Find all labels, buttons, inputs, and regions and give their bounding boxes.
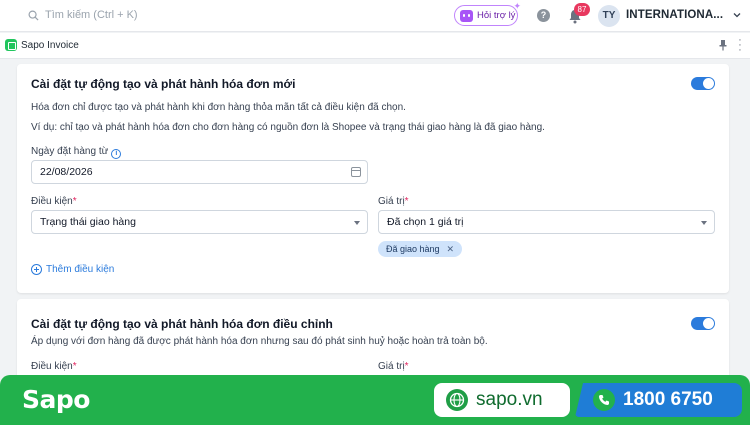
add-condition-label: Thêm điều kiện xyxy=(46,264,115,275)
order-date-input[interactable]: 22/08/2026 xyxy=(31,160,368,184)
auto-invoice-toggle[interactable] xyxy=(691,77,715,90)
avatar[interactable]: TY xyxy=(598,5,620,27)
chevron-down-icon xyxy=(701,221,707,225)
sparkle-icon: ✦ xyxy=(513,1,521,11)
condition-value: Trạng thái giao hàng xyxy=(40,216,136,228)
section-title: Cài đặt tự động tạo và phát hành hóa đơn… xyxy=(31,77,296,91)
calendar-icon[interactable] xyxy=(351,167,361,177)
app-title: Sapo Invoice xyxy=(21,40,79,51)
selected-value-chip: Đã giao hàng ✕ xyxy=(378,241,463,257)
chevron-down-icon[interactable] xyxy=(733,11,741,19)
help-icon[interactable]: ? xyxy=(537,9,550,22)
date-value: 22/08/2026 xyxy=(40,166,93,178)
chevron-down-icon xyxy=(354,221,360,225)
hotline-label: 1800 6750 xyxy=(623,389,713,410)
section-title: Cài đặt tự động tạo và phát hành hóa đơn… xyxy=(31,317,333,331)
search-box[interactable]: Tìm kiếm (Ctrl + K) xyxy=(28,9,138,21)
remove-chip-icon[interactable]: ✕ xyxy=(447,244,455,254)
search-icon xyxy=(28,10,39,21)
website-link[interactable]: sapo.vn xyxy=(434,383,570,417)
hotline-button[interactable]: 1800 6750 xyxy=(575,383,742,417)
globe-icon xyxy=(446,389,468,411)
description-line: Hóa đơn chỉ được tạo và phát hành khi đơ… xyxy=(31,102,406,113)
phone-icon xyxy=(593,389,615,411)
add-condition-button[interactable]: Thêm điều kiện xyxy=(31,264,114,275)
chip-label: Đã giao hàng xyxy=(386,244,440,254)
sapo-invoice-logo-icon xyxy=(5,39,17,51)
bot-icon xyxy=(460,9,473,22)
condition-label: Điều kiện* xyxy=(31,196,77,207)
condition-label: Điều kiện* xyxy=(31,361,77,372)
description-line: Áp dụng với đơn hàng đã được phát hành h… xyxy=(31,336,488,347)
adjustment-invoice-toggle[interactable] xyxy=(691,317,715,330)
app-bar: Sapo Invoice · · · xyxy=(0,33,750,59)
search-placeholder: Tìm kiếm (Ctrl + K) xyxy=(45,9,138,21)
value-select[interactable]: Đã chọn 1 giá trị xyxy=(378,210,715,234)
value-label: Giá trị* xyxy=(378,196,409,207)
account-name[interactable]: INTERNATIONA... xyxy=(626,9,723,21)
more-options-icon[interactable]: · · · xyxy=(737,35,743,56)
info-icon[interactable]: i xyxy=(111,149,122,159)
sapo-logo: Sapo xyxy=(22,385,90,414)
value-label: Giá trị* xyxy=(378,361,409,372)
website-label: sapo.vn xyxy=(476,389,543,410)
sapo-promo-banner: Sapo sapo.vn 1800 6750 xyxy=(0,375,750,425)
top-bar: Tìm kiếm (Ctrl + K) Hỏi trợ lý ✦ ? 87 TY… xyxy=(0,0,750,32)
condition-select[interactable]: Trạng thái giao hàng xyxy=(31,210,368,234)
assistant-button[interactable]: Hỏi trợ lý ✦ xyxy=(454,1,521,26)
auto-invoice-card: Cài đặt tự động tạo và phát hành hóa đơn… xyxy=(17,64,729,293)
assistant-label: Hỏi trợ lý xyxy=(477,10,516,21)
date-label: Ngày đặt hàng từ i xyxy=(31,146,122,159)
example-line: Ví dụ: chỉ tạo và phát hành hóa đơn cho … xyxy=(31,122,545,133)
notification-badge: 87 xyxy=(574,3,590,16)
value-summary: Đã chọn 1 giá trị xyxy=(387,216,464,228)
pin-icon[interactable] xyxy=(718,39,728,51)
plus-circle-icon xyxy=(31,264,42,275)
